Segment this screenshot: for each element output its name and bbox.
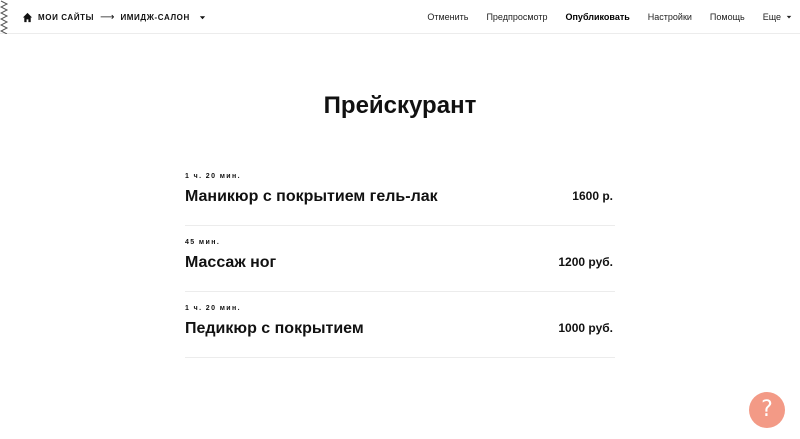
service-name: Маникюр с покрытием гель-лак <box>185 188 438 205</box>
price-list: 1 ч. 20 мин. Маникюр с покрытием гель-ла… <box>185 160 615 358</box>
page-title: Прейскурант <box>323 92 477 119</box>
home-icon[interactable] <box>22 12 33 23</box>
service-price: 1200 руб. <box>558 255 613 269</box>
service-duration: 1 ч. 20 мин. <box>185 173 241 180</box>
undo-button[interactable]: Отменить <box>427 12 468 22</box>
top-toolbar: Мои сайты ⟶ Имидж-салон Отменить Предпро… <box>0 0 800 34</box>
service-duration: 45 мин. <box>185 239 221 246</box>
breadcrumb-site-name[interactable]: Имидж-салон <box>120 13 189 22</box>
list-item[interactable]: 1 ч. 20 мин. Педикюр с покрытием 1000 ру… <box>185 292 615 358</box>
top-nav: Отменить Предпросмотр Опубликовать Настр… <box>409 0 792 34</box>
help-link[interactable]: Помощь <box>710 12 745 22</box>
zigzag-logo-icon <box>0 0 9 34</box>
service-price: 1000 руб. <box>558 321 613 335</box>
breadcrumb-my-sites[interactable]: Мои сайты <box>38 13 94 22</box>
list-item[interactable]: 1 ч. 20 мин. Маникюр с покрытием гель-ла… <box>185 160 615 226</box>
preview-button[interactable]: Предпросмотр <box>486 12 547 22</box>
service-duration: 1 ч. 20 мин. <box>185 305 241 312</box>
publish-button[interactable]: Опубликовать <box>566 12 630 22</box>
help-button[interactable]: ? <box>749 392 785 428</box>
more-menu-label: Еще <box>762 12 781 22</box>
service-name: Массаж ног <box>185 254 277 271</box>
list-item[interactable]: 45 мин. Массаж ног 1200 руб. <box>185 226 615 292</box>
settings-button[interactable]: Настройки <box>648 12 692 22</box>
more-menu-button[interactable]: Еще <box>763 12 792 22</box>
service-price: 1600 р. <box>572 189 613 203</box>
breadcrumb-arrow: ⟶ <box>100 11 115 23</box>
breadcrumb: Мои сайты ⟶ Имидж-салон <box>22 0 206 34</box>
service-name: Педикюр с покрытием <box>185 320 364 337</box>
question-mark-icon: ? <box>761 397 773 422</box>
chevron-down-icon <box>786 15 792 19</box>
chevron-down-icon[interactable] <box>199 14 206 21</box>
